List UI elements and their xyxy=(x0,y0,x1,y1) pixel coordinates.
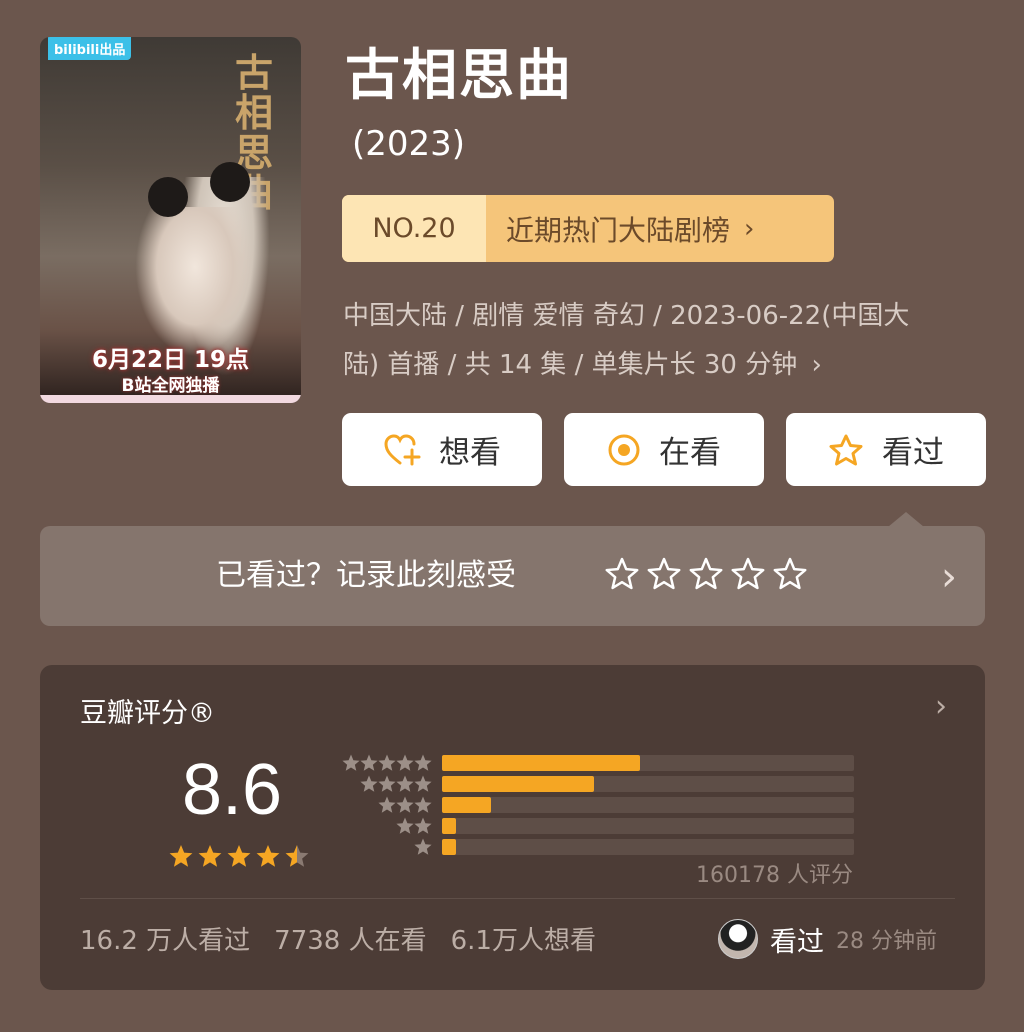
watching-count[interactable]: 7738 人在看 xyxy=(274,920,426,957)
star-outline-icon[interactable] xyxy=(646,556,682,592)
rank-badge[interactable]: NO.20 近期热门大陆剧榜 › xyxy=(342,195,834,262)
star-icon xyxy=(256,845,280,867)
rank-label-wrap: 近期热门大陆剧榜 › xyxy=(486,195,834,262)
rating-distribution xyxy=(338,753,854,858)
action-bar: 想看 在看 看过 xyxy=(342,413,986,486)
watching-label: 在看 xyxy=(659,435,721,471)
watched-button[interactable]: 看过 xyxy=(786,413,986,486)
rating-bar-track xyxy=(442,839,854,855)
watched-count[interactable]: 16.2 万人看过 xyxy=(80,920,250,957)
rating-bar-track xyxy=(442,818,854,834)
watch-stats: 16.2 万人看过 7738 人在看 6.1万人想看 xyxy=(80,920,596,957)
rating-row xyxy=(338,837,854,858)
meta-line: 陆) 首播 / 共 14 集 / 单集片长 30 分钟 xyxy=(343,350,798,380)
friend-activity[interactable]: 看过 28 分钟前 xyxy=(718,919,937,959)
rating-bar xyxy=(442,755,640,771)
avatar xyxy=(718,919,758,959)
rank-number: NO.20 xyxy=(342,195,486,262)
rating-score: 8.6 xyxy=(182,750,283,830)
rating-row xyxy=(338,816,854,837)
star-icon xyxy=(396,817,432,834)
douban-rating-card: 豆瓣评分® › 8.6 160178 人评分 16.2 万人看过 7738 人在… xyxy=(40,665,985,990)
poster-image[interactable]: bilibili出品 古相思曲 6月22日 19点 B站全网独播 xyxy=(40,37,301,403)
rating-bar-track xyxy=(442,755,854,771)
want-count[interactable]: 6.1万人想看 xyxy=(451,920,596,957)
rating-row xyxy=(338,795,854,816)
rating-count: 160178 人评分 xyxy=(696,863,853,888)
poster-figure xyxy=(148,177,188,217)
page-title: 古相思曲 xyxy=(345,43,574,107)
panel-pointer xyxy=(888,512,924,527)
star-icon xyxy=(227,845,251,867)
meta-line-wrap: 陆) 首播 / 共 14 集 / 单集片长 30 分钟 › xyxy=(343,341,983,390)
rating-bar-track xyxy=(442,776,854,792)
rating-row xyxy=(338,753,854,774)
star-outline-icon xyxy=(829,434,863,465)
rating-bar xyxy=(442,776,594,792)
poster-bottom-bar xyxy=(40,395,301,403)
poster-figure xyxy=(135,207,255,357)
rating-bar xyxy=(442,839,456,855)
star-icon xyxy=(285,845,309,867)
record-feeling-panel[interactable]: 已看过？记录此刻感受 › xyxy=(40,512,985,626)
chevron-right-icon: › xyxy=(811,350,822,380)
star-icon xyxy=(378,796,432,813)
star-outline-icon[interactable] xyxy=(604,556,640,592)
rating-stars xyxy=(168,843,310,869)
star-outline-icon[interactable] xyxy=(688,556,724,592)
rating-bar xyxy=(442,797,491,813)
rank-label: 近期热门大陆剧榜 xyxy=(506,213,731,247)
meta-line: 中国大陆 / 剧情 爱情 奇幻 / 2023-06-22(中国大 xyxy=(343,301,910,331)
chevron-right-icon: › xyxy=(744,213,755,244)
heart-plus-icon xyxy=(384,433,421,465)
circle-dot-icon xyxy=(608,434,640,465)
star-icon xyxy=(342,754,432,771)
want-to-watch-button[interactable]: 想看 xyxy=(342,413,542,486)
poster-figure xyxy=(210,162,250,202)
want-to-watch-label: 想看 xyxy=(439,435,501,471)
watched-label: 看过 xyxy=(882,435,944,471)
divider xyxy=(80,898,955,899)
poster-logo: bilibili出品 xyxy=(48,37,132,60)
record-prompt: 已看过？记录此刻感受 xyxy=(216,558,516,593)
chevron-right-icon: › xyxy=(941,554,957,600)
rating-stars-input[interactable] xyxy=(604,556,808,592)
star-icon xyxy=(414,838,432,855)
star-icon xyxy=(198,845,222,867)
watching-button[interactable]: 在看 xyxy=(564,413,764,486)
meta-info[interactable]: 中国大陆 / 剧情 爱情 奇幻 / 2023-06-22(中国大 陆) 首播 /… xyxy=(343,292,983,390)
rating-bar xyxy=(442,818,456,834)
release-year: (2023) xyxy=(352,124,466,164)
poster-exclusive: B站全网独播 xyxy=(121,376,220,396)
rating-heading: 豆瓣评分® xyxy=(80,698,215,729)
poster-premiere-date: 6月22日 19点 xyxy=(91,347,250,373)
chevron-right-icon[interactable]: › xyxy=(935,689,947,724)
friend-time: 28 分钟前 xyxy=(836,929,937,954)
rating-bar-track xyxy=(442,797,854,813)
star-outline-icon[interactable] xyxy=(772,556,808,592)
friend-status: 看过 xyxy=(770,926,824,958)
star-outline-icon[interactable] xyxy=(730,556,766,592)
star-icon xyxy=(169,845,193,867)
star-icon xyxy=(360,775,432,792)
rating-row xyxy=(338,774,854,795)
